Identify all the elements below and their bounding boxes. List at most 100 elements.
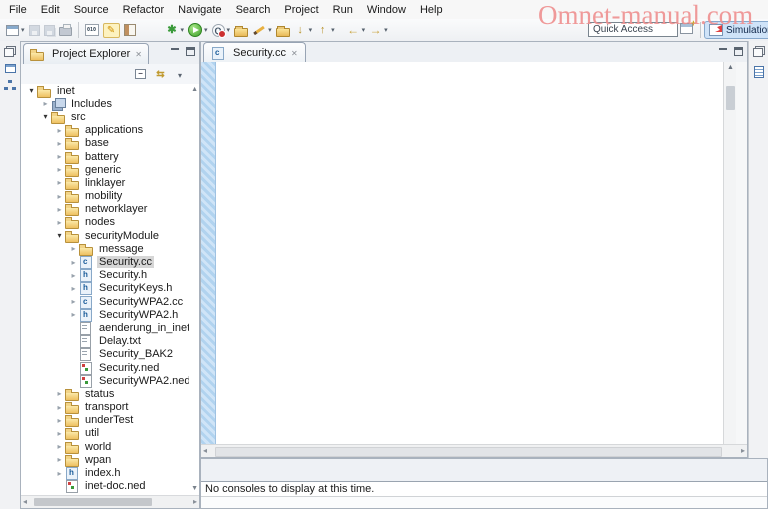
explorer-horizontal-scrollbar[interactable]: ◂ ▸: [21, 495, 199, 508]
chevron-icon[interactable]: [54, 414, 65, 427]
chevron-icon[interactable]: [54, 150, 65, 163]
new-wizard-icon[interactable]: [6, 24, 19, 36]
editor-vertical-scrollbar[interactable]: ▲: [723, 62, 737, 447]
chevron-icon[interactable]: [54, 163, 65, 176]
outline-view-icon[interactable]: [754, 66, 764, 78]
toggle-highlight-icon[interactable]: [102, 22, 120, 38]
tree-item-SecurityKeys.h[interactable]: SecurityKeys.h: [22, 282, 189, 296]
scrollbar-thumb[interactable]: [726, 86, 735, 110]
chevron-icon[interactable]: [68, 256, 79, 269]
chevron-icon[interactable]: [54, 453, 65, 466]
chevron-icon[interactable]: [54, 203, 65, 216]
tree-item-Security_BAK2[interactable]: Security_BAK2: [22, 348, 189, 362]
restore-view-icon[interactable]: [4, 46, 16, 57]
tree-item-underTest[interactable]: underTest: [22, 414, 189, 428]
chevron-icon[interactable]: [40, 110, 51, 123]
tree-item-SecurityWPA2.ned[interactable]: SecurityWPA2.ned: [22, 374, 189, 388]
tree-item-base[interactable]: base: [22, 137, 189, 151]
menu-run[interactable]: Run: [326, 2, 360, 18]
restore-view-icon[interactable]: [753, 46, 765, 57]
tree-item-Security.h[interactable]: Security.h: [22, 269, 189, 283]
tree-item-aenderung_in_inetman[interactable]: aenderung_in_inetman: [22, 321, 189, 335]
tree-item-SecurityWPA2.h[interactable]: SecurityWPA2.h: [22, 308, 189, 322]
layout-view-icon[interactable]: [4, 64, 16, 73]
tree-item-src[interactable]: src: [22, 110, 189, 124]
tree-item-networklayer[interactable]: networklayer: [22, 203, 189, 217]
back-icon[interactable]: [347, 23, 360, 37]
minimize-icon[interactable]: [171, 47, 180, 56]
scrollbar-thumb[interactable]: [215, 447, 722, 457]
tree-item-generic[interactable]: generic: [22, 163, 189, 177]
menu-edit[interactable]: Edit: [34, 2, 67, 18]
open-folder-icon[interactable]: [275, 25, 290, 37]
chevron-icon[interactable]: [54, 176, 65, 189]
chevron-icon[interactable]: [68, 282, 79, 295]
binary-editor-icon[interactable]: [84, 24, 99, 36]
chevron-icon[interactable]: [54, 401, 65, 414]
scroll-right-icon[interactable]: ▸: [741, 446, 745, 455]
tree-item-Includes[interactable]: Includes: [22, 97, 189, 111]
chevron-icon[interactable]: [54, 190, 65, 203]
menu-search[interactable]: Search: [229, 2, 278, 18]
dropdown-arrow-icon[interactable]: ▾: [268, 26, 272, 34]
scroll-left-icon[interactable]: ◂: [203, 446, 207, 455]
project-explorer-tab[interactable]: Project Explorer: [23, 43, 149, 64]
menu-refactor[interactable]: Refactor: [116, 2, 172, 18]
tree-item-util[interactable]: util: [22, 427, 189, 441]
dropdown-arrow-icon[interactable]: ▾: [21, 26, 25, 34]
scrollbar-thumb[interactable]: [34, 498, 152, 506]
tree-item-wpan[interactable]: wpan: [22, 453, 189, 467]
menu-navigate[interactable]: Navigate: [171, 2, 228, 18]
tree-item-message[interactable]: message: [22, 242, 189, 256]
tree-item-mobility[interactable]: mobility: [22, 190, 189, 204]
maximize-icon[interactable]: [186, 47, 195, 56]
open-perspective-icon[interactable]: [680, 18, 696, 34]
debug-icon[interactable]: [166, 24, 179, 37]
scroll-left-icon[interactable]: ◂: [23, 497, 27, 506]
import-icon[interactable]: [294, 23, 307, 37]
tree-item-applications[interactable]: applications: [22, 124, 189, 138]
menu-help[interactable]: Help: [413, 2, 450, 18]
scroll-down-icon[interactable]: ▼: [191, 485, 198, 492]
close-icon[interactable]: [291, 47, 298, 59]
tree-item-index.h[interactable]: index.h: [22, 466, 189, 481]
run-icon[interactable]: [188, 23, 203, 37]
folding-ruler[interactable]: [216, 62, 227, 447]
tree-item-status[interactable]: status: [22, 387, 189, 401]
tree-item-securityModule[interactable]: securityModule: [22, 229, 189, 243]
close-icon[interactable]: [135, 48, 142, 60]
tree-item-world[interactable]: world: [22, 440, 189, 454]
annotation-ruler[interactable]: [201, 62, 216, 447]
scroll-right-icon[interactable]: ▸: [193, 497, 197, 506]
notebook-icon[interactable]: [123, 24, 136, 36]
chevron-icon[interactable]: [54, 440, 65, 453]
tree-item-nodes[interactable]: nodes: [22, 216, 189, 230]
tree-item-inet-doc.ned[interactable]: inet-doc.ned: [22, 480, 189, 494]
tree-item-Security.cc[interactable]: Security.cc: [22, 255, 189, 270]
hierarchy-view-icon[interactable]: [4, 80, 16, 91]
collapse-all-icon[interactable]: [135, 69, 146, 79]
chevron-icon[interactable]: [54, 229, 65, 242]
tree-item-linklayer[interactable]: linklayer: [22, 176, 189, 190]
dropdown-arrow-icon[interactable]: ▾: [204, 26, 208, 34]
tree-item-battery[interactable]: battery: [22, 150, 189, 164]
tree-item-transport[interactable]: transport: [22, 401, 189, 415]
view-menu-icon[interactable]: [175, 69, 185, 79]
tree-item-Security.ned[interactable]: Security.ned: [22, 361, 189, 375]
forward-icon[interactable]: [369, 23, 382, 37]
menu-file[interactable]: File: [2, 2, 34, 18]
maximize-icon[interactable]: [734, 47, 743, 56]
chevron-icon[interactable]: [54, 124, 65, 137]
tree-item-Delay.txt[interactable]: Delay.txt: [22, 335, 189, 349]
wand-icon[interactable]: [252, 24, 266, 37]
chevron-icon[interactable]: [68, 269, 79, 282]
dropdown-arrow-icon[interactable]: ▾: [227, 26, 231, 34]
menu-window[interactable]: Window: [360, 2, 413, 18]
dropdown-arrow-icon[interactable]: ▾: [181, 26, 185, 34]
chevron-icon[interactable]: [54, 387, 65, 400]
chevron-icon[interactable]: [54, 467, 65, 480]
tree-item-SecurityWPA2.cc[interactable]: SecurityWPA2.cc: [22, 295, 189, 309]
profile-icon[interactable]: [211, 23, 226, 38]
tree-item-inet[interactable]: inet: [22, 84, 189, 98]
export-icon[interactable]: [316, 23, 329, 37]
